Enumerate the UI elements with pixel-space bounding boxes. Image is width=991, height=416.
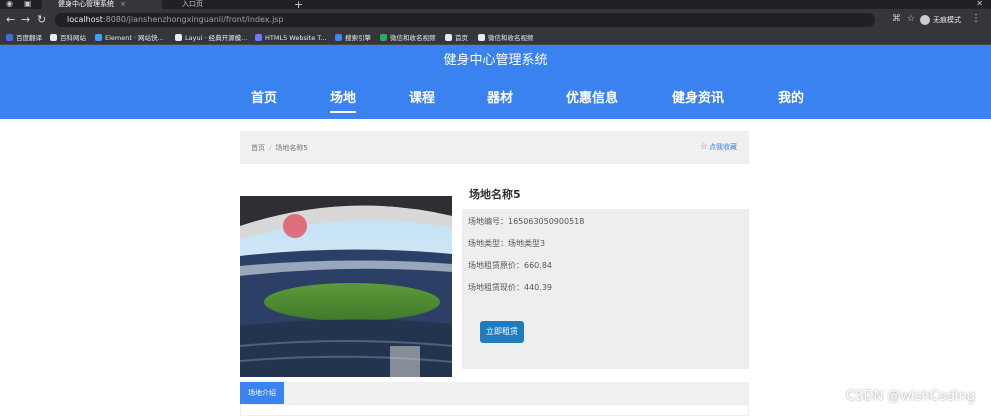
back-icon[interactable]: ← [6, 13, 15, 26]
venue-info-panel: 场地编号：165063050900518 场地类型：场地类型3 场地租赁原价：6… [462, 209, 749, 369]
breadcrumb-trail: 首页 / 场地名称5 [251, 143, 308, 153]
bookmarks-bar: 百度翻译 百科网站 Element · 网站快... Layui · 经典开源模… [0, 31, 991, 45]
main-nav: 首页 场地 课程 器材 优惠信息 健身资讯 我的 [0, 87, 991, 113]
field-value: 165063050900518 [508, 217, 585, 226]
browser-window-icon[interactable]: ▣ [24, 0, 32, 8]
bookmark-label: 百科网站 [60, 34, 86, 42]
field-label: 场地编号： [468, 217, 508, 226]
field-value: 场地类型3 [508, 239, 546, 248]
incognito-avatar-icon [920, 15, 930, 25]
current-price-field: 场地租赁现价：440.39 [468, 282, 552, 293]
field-label: 场地租赁原价： [468, 261, 524, 270]
browser-tab-title: 入口页 [182, 0, 203, 8]
venue-code-field: 场地编号：165063050900518 [468, 216, 584, 227]
favorite-label: 点我收藏 [709, 143, 737, 151]
bookmark-label: 首页 [455, 34, 468, 42]
field-label: 场地租赁现价： [468, 283, 524, 292]
venue-intro-content [240, 404, 749, 416]
browser-tab-strip: ◉ ▣ 健身中心管理系统 × 入口页 + ✕ [0, 0, 991, 11]
bookmark-icon [255, 34, 262, 41]
nav-item-news[interactable]: 健身资讯 [672, 87, 724, 106]
site-title: 健身中心管理系统 [443, 53, 548, 68]
field-value: 440.39 [524, 283, 552, 292]
bookmark-icon [6, 34, 13, 41]
nav-item-course[interactable]: 课程 [409, 87, 435, 106]
bookmark-item[interactable]: 百科网站 [50, 33, 86, 43]
bookmark-label: 微信和收名视频 [488, 34, 534, 42]
detail-tabs: 场地介绍 [240, 382, 749, 404]
incognito-label: 无痕模式 [933, 16, 961, 24]
venue-photo [240, 196, 452, 377]
window-close-icon[interactable]: ✕ [976, 0, 983, 8]
venue-type-field: 场地类型：场地类型3 [468, 238, 545, 249]
favorite-button[interactable]: ☆点我收藏 [700, 142, 737, 152]
bookmark-icon [95, 34, 102, 41]
bookmark-item[interactable]: Layui · 经典开源模... [175, 33, 247, 43]
bookmark-item[interactable]: 搜索引擎 [335, 33, 371, 43]
bookmark-icon [478, 34, 485, 41]
original-price-field: 场地租赁原价：660.84 [468, 260, 552, 271]
bookmark-item[interactable]: 微信和收名视频 [478, 33, 534, 43]
watermark: CSDN @wishCoding [846, 389, 975, 404]
bookmark-item[interactable]: Element · 网站快... [95, 33, 164, 43]
bookmark-label: 微信和收名视频 [390, 34, 436, 42]
url-host: localhost [67, 15, 103, 24]
stadium-image [240, 196, 452, 377]
nav-item-venue[interactable]: 场地 [330, 87, 357, 113]
reload-icon[interactable]: ↻ [37, 13, 46, 26]
bookmark-label: 百度翻译 [16, 34, 42, 42]
site-header: 健身中心管理系统 首页 场地 课程 器材 优惠信息 健身资讯 我的 [0, 45, 991, 119]
nav-item-mine[interactable]: 我的 [778, 87, 804, 106]
nav-item-home[interactable]: 首页 [251, 87, 277, 106]
incognito-indicator[interactable]: 无痕模式 [920, 14, 961, 26]
breadcrumb-separator: / [269, 144, 272, 152]
field-label: 场地类型： [468, 239, 508, 248]
bookmark-item[interactable]: 微信和收名视频 [380, 33, 436, 43]
bookmark-label: HTML5 Website T... [265, 34, 327, 42]
breadcrumb: 首页 / 场地名称5 ☆点我收藏 [240, 131, 749, 164]
browser-tab[interactable]: 入口页 [168, 0, 286, 9]
forward-icon[interactable]: → [21, 13, 30, 26]
browser-tab-active[interactable]: 健身中心管理系统 × [42, 0, 162, 9]
bookmark-icon [175, 34, 182, 41]
tab-venue-intro[interactable]: 场地介绍 [240, 382, 284, 404]
bookmark-item[interactable]: 百度翻译 [6, 33, 42, 43]
bookmark-item[interactable]: HTML5 Website T... [255, 33, 327, 43]
bookmark-icon [445, 34, 452, 41]
translate-icon[interactable]: ⌘☆ [892, 14, 921, 24]
breadcrumb-home-link[interactable]: 首页 [251, 144, 265, 152]
rent-now-button[interactable]: 立即租赁 [480, 321, 524, 343]
bookmark-icon [335, 34, 342, 41]
venue-name: 场地名称5 [469, 188, 521, 201]
nav-item-equipment[interactable]: 器材 [487, 87, 513, 106]
bookmark-label: 搜索引擎 [345, 34, 371, 42]
browser-menu-icon[interactable]: ◉ [6, 0, 13, 8]
close-tab-icon[interactable]: × [120, 0, 126, 8]
bookmark-icon [50, 34, 57, 41]
bookmark-label: Layui · 经典开源模... [185, 34, 248, 42]
browser-menu-kebab-icon[interactable]: ⋮ [971, 13, 981, 24]
bookmark-item[interactable]: 首页 [445, 33, 468, 43]
address-toolbar: ← → ↻ localhost:8080/jianshenzhongxingua… [0, 9, 991, 31]
nav-item-discount[interactable]: 优惠信息 [566, 87, 618, 106]
bookmark-icon [380, 34, 387, 41]
field-value: 660.84 [524, 261, 552, 270]
browser-tab-title: 健身中心管理系统 [58, 0, 114, 8]
bookmark-label: Element · 网站快... [105, 34, 164, 42]
breadcrumb-current: 场地名称5 [275, 144, 308, 152]
star-icon: ☆ [699, 142, 708, 152]
url-path: :8080/jianshenzhongxinguanli/front/index… [102, 15, 284, 24]
url-input[interactable]: localhost:8080/jianshenzhongxinguanli/fr… [55, 13, 875, 27]
